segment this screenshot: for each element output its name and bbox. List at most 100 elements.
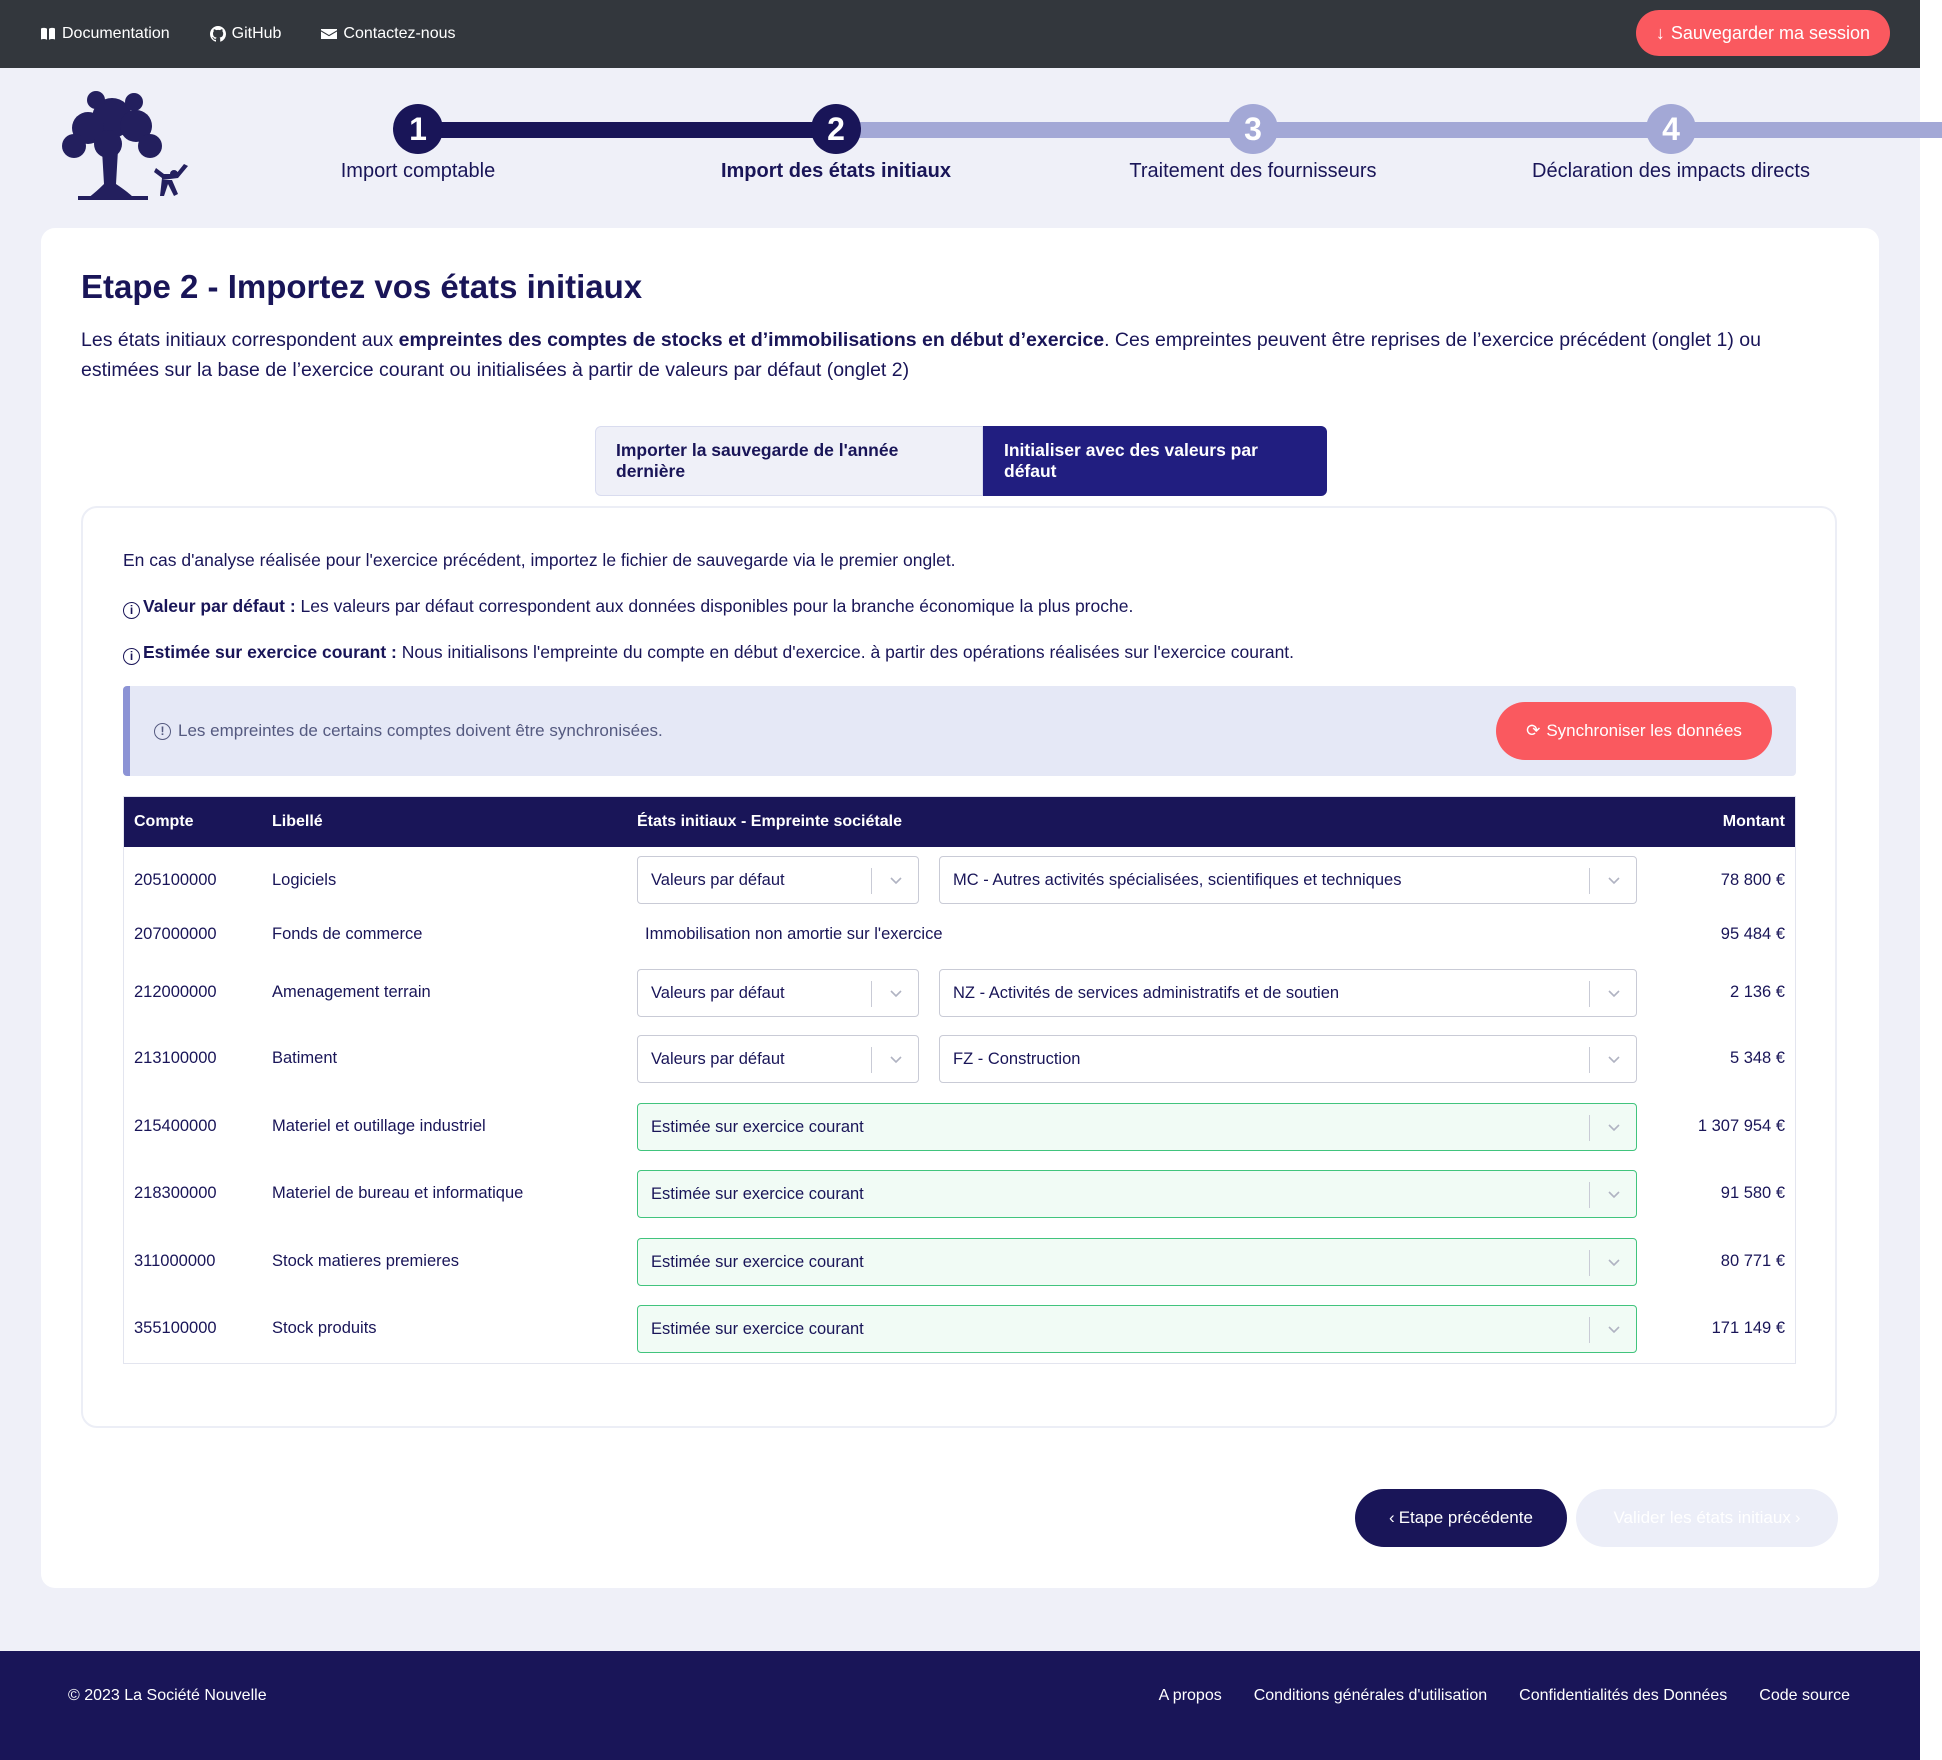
source-tabs: Importer la sauvegarde de l'année derniè…: [595, 426, 1327, 496]
tab-panel: En cas d'analyse réalisée pour l'exercic…: [81, 506, 1837, 1428]
intro-text: Les états initiaux correspondent aux emp…: [81, 329, 1761, 381]
table-row: 212000000 Amenagement terrain Valeurs pa…: [124, 959, 1795, 1025]
chevron-right-icon: ›: [1794, 1508, 1801, 1527]
initial-states-table: Compte Libellé États initiaux - Empreint…: [123, 796, 1796, 1364]
tab-default-values[interactable]: Initialiser avec des valeurs par défaut: [983, 426, 1327, 496]
row-amount: 1 307 954 €: [1697, 1117, 1785, 1135]
info-icon: i: [123, 647, 140, 665]
progress-stepper: 1 Import comptable 2 Import des états in…: [0, 104, 1942, 194]
previous-step-button[interactable]: ‹ Etape précédente: [1355, 1489, 1567, 1547]
chevron-down-icon: [1606, 1254, 1622, 1270]
row-note: Immobilisation non amortie sur l'exercic…: [645, 925, 943, 943]
row-label: Materiel de bureau et informatique: [272, 1184, 524, 1202]
step-1-number: 1: [393, 104, 443, 154]
method-select[interactable]: Valeurs par défaut: [637, 1035, 919, 1083]
sync-data-button[interactable]: ⟳ Synchroniser les données: [1496, 702, 1772, 760]
row-account: 207000000: [134, 925, 217, 943]
page-title: Etape 2 - Importez vos états initiaux: [81, 268, 643, 305]
panel-info-line-2: i Valeur par défaut : Les valeurs par déf…: [123, 596, 1133, 619]
row-amount: 171 149 €: [1711, 1319, 1785, 1337]
documentation-link-label: Documentation: [62, 25, 170, 42]
header-account: Compte: [134, 813, 194, 830]
arrow-down-icon: ↓: [1655, 22, 1665, 43]
documentation-link[interactable]: Documentation: [40, 25, 170, 43]
row-amount: 2 136 €: [1729, 983, 1785, 1001]
table-row: 205100000 Logiciels Valeurs par défaut M…: [124, 847, 1795, 913]
chevron-down-icon: [1606, 1119, 1622, 1135]
footer-link-terms[interactable]: Conditions générales d'utilisation: [1254, 1687, 1487, 1705]
chevron-down-icon: [1606, 1186, 1622, 1202]
github-link-label: GitHub: [231, 25, 282, 42]
header-footprint: États initiaux - Empreinte sociétale: [637, 813, 902, 830]
method-select[interactable]: Valeurs par défaut: [637, 969, 919, 1017]
save-session-button[interactable]: ↓ Sauvegarder ma session: [1635, 10, 1890, 56]
step-3-number: 3: [1228, 104, 1278, 154]
validate-initial-states-button[interactable]: Valider les états initiaux ›: [1576, 1489, 1838, 1547]
branch-select[interactable]: NZ - Activités de services administratif…: [939, 969, 1637, 1017]
table-row: 207000000 Fonds de commerce Immobilisati…: [124, 913, 1795, 959]
panel-info-line-1: En cas d'analyse réalisée pour l'exercic…: [123, 550, 956, 570]
step-4[interactable]: 4 Déclaration des impacts directs: [1501, 104, 1841, 183]
footer-link-source[interactable]: Code source: [1759, 1687, 1850, 1705]
main-card: Etape 2 - Importez vos états initiaux Le…: [41, 228, 1879, 1588]
table-row: 213100000 Batiment Valeurs par défaut FZ…: [124, 1025, 1795, 1093]
panel-info-line-3: i Estimée sur exercice courant : Nous ini…: [123, 642, 1294, 665]
row-account: 213100000: [134, 1049, 217, 1067]
chevron-down-icon: [1606, 1051, 1622, 1067]
step-4-label: Déclaration des impacts directs: [1532, 160, 1810, 182]
row-label: Batiment: [272, 1049, 338, 1067]
row-account: 218300000: [134, 1184, 217, 1202]
row-amount: 95 484 €: [1720, 925, 1785, 943]
copyright: © 2023 La Société Nouvelle: [68, 1687, 267, 1704]
sync-alert-text: Les empreintes de certains comptes doive…: [178, 721, 663, 740]
estimate-select[interactable]: Estimée sur exercice courant: [637, 1305, 1637, 1353]
branch-select[interactable]: MC - Autres activités spécialisées, scie…: [939, 856, 1637, 904]
envelope-icon: [321, 29, 338, 39]
row-label: Logiciels: [272, 871, 337, 889]
top-links: Documentation GitHub Contactez-nous: [40, 25, 455, 43]
branch-select[interactable]: FZ - Construction: [939, 1035, 1637, 1083]
step-3[interactable]: 3 Traitement des fournisseurs: [1083, 104, 1423, 183]
chevron-down-icon: [1606, 985, 1622, 1001]
footer-link-privacy[interactable]: Confidentialités des Données: [1519, 1687, 1727, 1705]
sync-data-label: Synchroniser les données: [1546, 721, 1742, 740]
method-select[interactable]: Valeurs par défaut: [637, 856, 919, 904]
header-label: Libellé: [272, 813, 323, 830]
contact-link-label: Contactez-nous: [343, 25, 456, 42]
footer-link-about[interactable]: A propos: [1159, 1687, 1222, 1705]
tab-import-backup[interactable]: Importer la sauvegarde de l'année derniè…: [595, 426, 983, 496]
step-2-label: Import des états initiaux: [720, 160, 952, 182]
estimate-select[interactable]: Estimée sur exercice courant: [637, 1170, 1637, 1218]
table-header: Compte Libellé États initiaux - Empreint…: [124, 797, 1795, 847]
sync-alert: ! Les empreintes de certains comptes doiv…: [123, 686, 1796, 776]
row-amount: 91 580 €: [1720, 1184, 1785, 1202]
step-4-number: 4: [1646, 104, 1696, 154]
row-amount: 5 348 €: [1729, 1049, 1785, 1067]
chevron-down-icon: [888, 1051, 904, 1067]
step-2[interactable]: 2 Import des états initiaux: [666, 104, 1006, 183]
table-row: 218300000 Materiel de bureau et informat…: [124, 1160, 1795, 1228]
chevron-left-icon: ‹: [1389, 1508, 1395, 1527]
chevron-down-icon: [888, 872, 904, 888]
chevron-down-icon: [888, 985, 904, 1001]
table-row: 215400000 Materiel et outillage industri…: [124, 1093, 1795, 1160]
github-icon: [209, 26, 226, 42]
estimate-select[interactable]: Estimée sur exercice courant: [637, 1238, 1637, 1286]
scrollbar[interactable]: [1920, 0, 1942, 1760]
step-3-label: Traitement des fournisseurs: [1129, 160, 1377, 182]
estimate-select[interactable]: Estimée sur exercice courant: [637, 1103, 1637, 1151]
step-1[interactable]: 1 Import comptable: [248, 104, 588, 183]
previous-step-label: Etape précédente: [1398, 1508, 1533, 1527]
chevron-down-icon: [1606, 1321, 1622, 1337]
step-2-number: 2: [811, 104, 861, 154]
row-label: Materiel et outillage industriel: [272, 1117, 486, 1135]
row-label: Fonds de commerce: [272, 925, 423, 943]
github-link[interactable]: GitHub: [209, 25, 282, 43]
table-row: 311000000 Stock matieres premieres Estim…: [124, 1228, 1795, 1295]
contact-link[interactable]: Contactez-nous: [321, 25, 455, 43]
row-account: 215400000: [134, 1117, 217, 1135]
row-account: 205100000: [134, 871, 217, 889]
row-account: 212000000: [134, 983, 217, 1001]
row-label: Stock matieres premieres: [272, 1252, 460, 1270]
refresh-icon: ⟳: [1526, 721, 1541, 740]
